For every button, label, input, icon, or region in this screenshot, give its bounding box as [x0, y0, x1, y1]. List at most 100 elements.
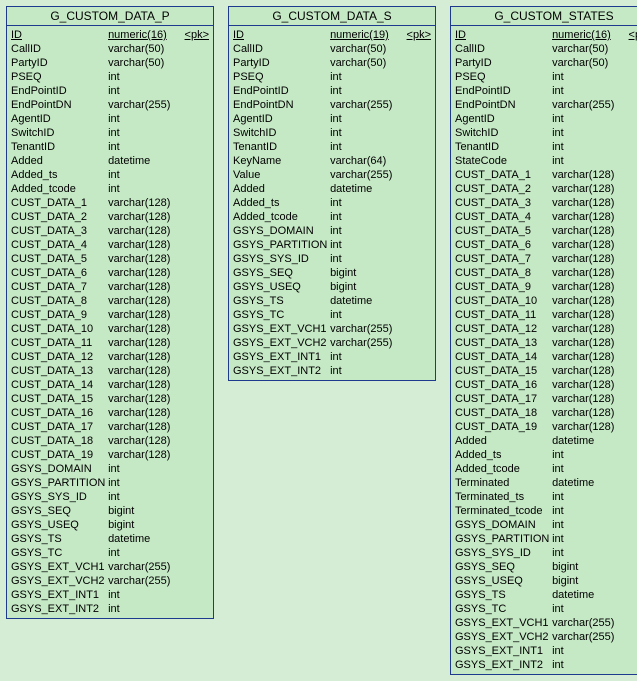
column-pk-marker: [624, 546, 637, 560]
column-type: int: [330, 112, 402, 126]
column-row: GSYS_SEQbigint: [11, 504, 209, 518]
column-name: GSYS_TC: [11, 546, 108, 560]
column-row: CUST_DATA_13varchar(128): [455, 336, 637, 350]
column-type: int: [552, 448, 624, 462]
column-name: GSYS_EXT_VCH2: [233, 336, 330, 350]
column-type: varchar(255): [552, 616, 624, 630]
column-pk-marker: [402, 70, 431, 84]
column-type: varchar(128): [552, 196, 624, 210]
column-type: datetime: [552, 476, 624, 490]
table-header: G_CUSTOM_DATA_S: [229, 7, 435, 26]
column-pk-marker: [180, 126, 209, 140]
column-pk-marker: [624, 462, 637, 476]
column-row: SwitchIDint: [11, 126, 209, 140]
column-type: varchar(50): [330, 42, 402, 56]
column-type: bigint: [330, 266, 402, 280]
column-pk-marker: [402, 364, 431, 378]
column-type: int: [330, 70, 402, 84]
column-name: CUST_DATA_12: [455, 322, 552, 336]
column-type: int: [552, 518, 624, 532]
column-name: TenantID: [11, 140, 108, 154]
column-pk-marker: [624, 126, 637, 140]
column-pk-marker: [624, 574, 637, 588]
column-type: varchar(128): [108, 280, 180, 294]
column-pk-marker: [180, 490, 209, 504]
column-name: CUST_DATA_12: [11, 350, 108, 364]
column-pk-marker: [624, 98, 637, 112]
column-row: Addeddatetime: [233, 182, 431, 196]
column-row: PSEQint: [11, 70, 209, 84]
column-name: GSYS_EXT_VCH1: [233, 322, 330, 336]
column-row: CUST_DATA_13varchar(128): [11, 364, 209, 378]
column-pk-marker: [624, 210, 637, 224]
column-name: CUST_DATA_14: [455, 350, 552, 364]
column-row: CUST_DATA_15varchar(128): [455, 364, 637, 378]
column-type: int: [552, 644, 624, 658]
column-type: varchar(128): [552, 364, 624, 378]
column-name: GSYS_SEQ: [11, 504, 108, 518]
column-type: varchar(255): [108, 98, 180, 112]
column-row: StateCodeint: [455, 154, 637, 168]
column-name: GSYS_DOMAIN: [233, 224, 330, 238]
column-type: varchar(128): [552, 252, 624, 266]
column-row: CUST_DATA_15varchar(128): [11, 392, 209, 406]
column-type: varchar(128): [108, 266, 180, 280]
column-name: CUST_DATA_7: [11, 280, 108, 294]
column-row: CUST_DATA_14varchar(128): [455, 350, 637, 364]
column-type: int: [108, 70, 180, 84]
column-name: CUST_DATA_10: [11, 322, 108, 336]
column-name: GSYS_PARTITION: [455, 532, 552, 546]
column-type: varchar(128): [552, 210, 624, 224]
column-type: varchar(128): [552, 224, 624, 238]
column-row: GSYS_DOMAINint: [455, 518, 637, 532]
column-pk-marker: [624, 168, 637, 182]
column-type: varchar(255): [552, 630, 624, 644]
column-pk-marker: [624, 308, 637, 322]
column-row: CUST_DATA_14varchar(128): [11, 378, 209, 392]
column-name: Added: [233, 182, 330, 196]
column-row: GSYS_TSdatetime: [233, 294, 431, 308]
column-row: CUST_DATA_12varchar(128): [11, 350, 209, 364]
column-name: GSYS_SYS_ID: [455, 546, 552, 560]
column-type: varchar(128): [552, 182, 624, 196]
column-row: Added_tsint: [455, 448, 637, 462]
column-pk-marker: [180, 238, 209, 252]
column-type: varchar(255): [330, 336, 402, 350]
column-row: EndPointIDint: [11, 84, 209, 98]
column-type: varchar(128): [108, 392, 180, 406]
column-row: CUST_DATA_12varchar(128): [455, 322, 637, 336]
column-type: datetime: [108, 532, 180, 546]
column-pk-marker: <pk>: [624, 28, 637, 42]
column-row: CUST_DATA_2varchar(128): [11, 210, 209, 224]
column-row: Terminated_tcodeint: [455, 504, 637, 518]
column-row: GSYS_EXT_INT2int: [455, 658, 637, 672]
column-pk-marker: [402, 98, 431, 112]
column-name: CUST_DATA_13: [455, 336, 552, 350]
column-name: CUST_DATA_4: [455, 210, 552, 224]
column-type: varchar(64): [330, 154, 402, 168]
column-pk-marker: [402, 84, 431, 98]
column-name: ID: [11, 28, 108, 42]
column-pk-marker: [624, 560, 637, 574]
column-type: int: [108, 546, 180, 560]
column-pk-marker: [624, 504, 637, 518]
column-pk-marker: [180, 378, 209, 392]
column-type: varchar(255): [330, 322, 402, 336]
column-type: varchar(255): [330, 168, 402, 182]
column-pk-marker: [180, 560, 209, 574]
column-row: CUST_DATA_16varchar(128): [11, 406, 209, 420]
column-type: int: [108, 602, 180, 616]
column-type: varchar(128): [552, 378, 624, 392]
column-name: TenantID: [233, 140, 330, 154]
schema-canvas: G_CUSTOM_DATA_PIDnumeric(16)<pk>CallIDva…: [6, 6, 631, 675]
column-type: int: [552, 532, 624, 546]
column-row: GSYS_EXT_INT2int: [233, 364, 431, 378]
column-name: CallID: [11, 42, 108, 56]
column-row: GSYS_SYS_IDint: [233, 252, 431, 266]
column-type: varchar(128): [108, 308, 180, 322]
column-name: CUST_DATA_6: [455, 238, 552, 252]
column-row: GSYS_TSdatetime: [11, 532, 209, 546]
column-row: GSYS_USEQbigint: [233, 280, 431, 294]
column-type: varchar(128): [108, 336, 180, 350]
table-body: IDnumeric(16)<pk>CallIDvarchar(50)PartyI…: [7, 26, 213, 618]
